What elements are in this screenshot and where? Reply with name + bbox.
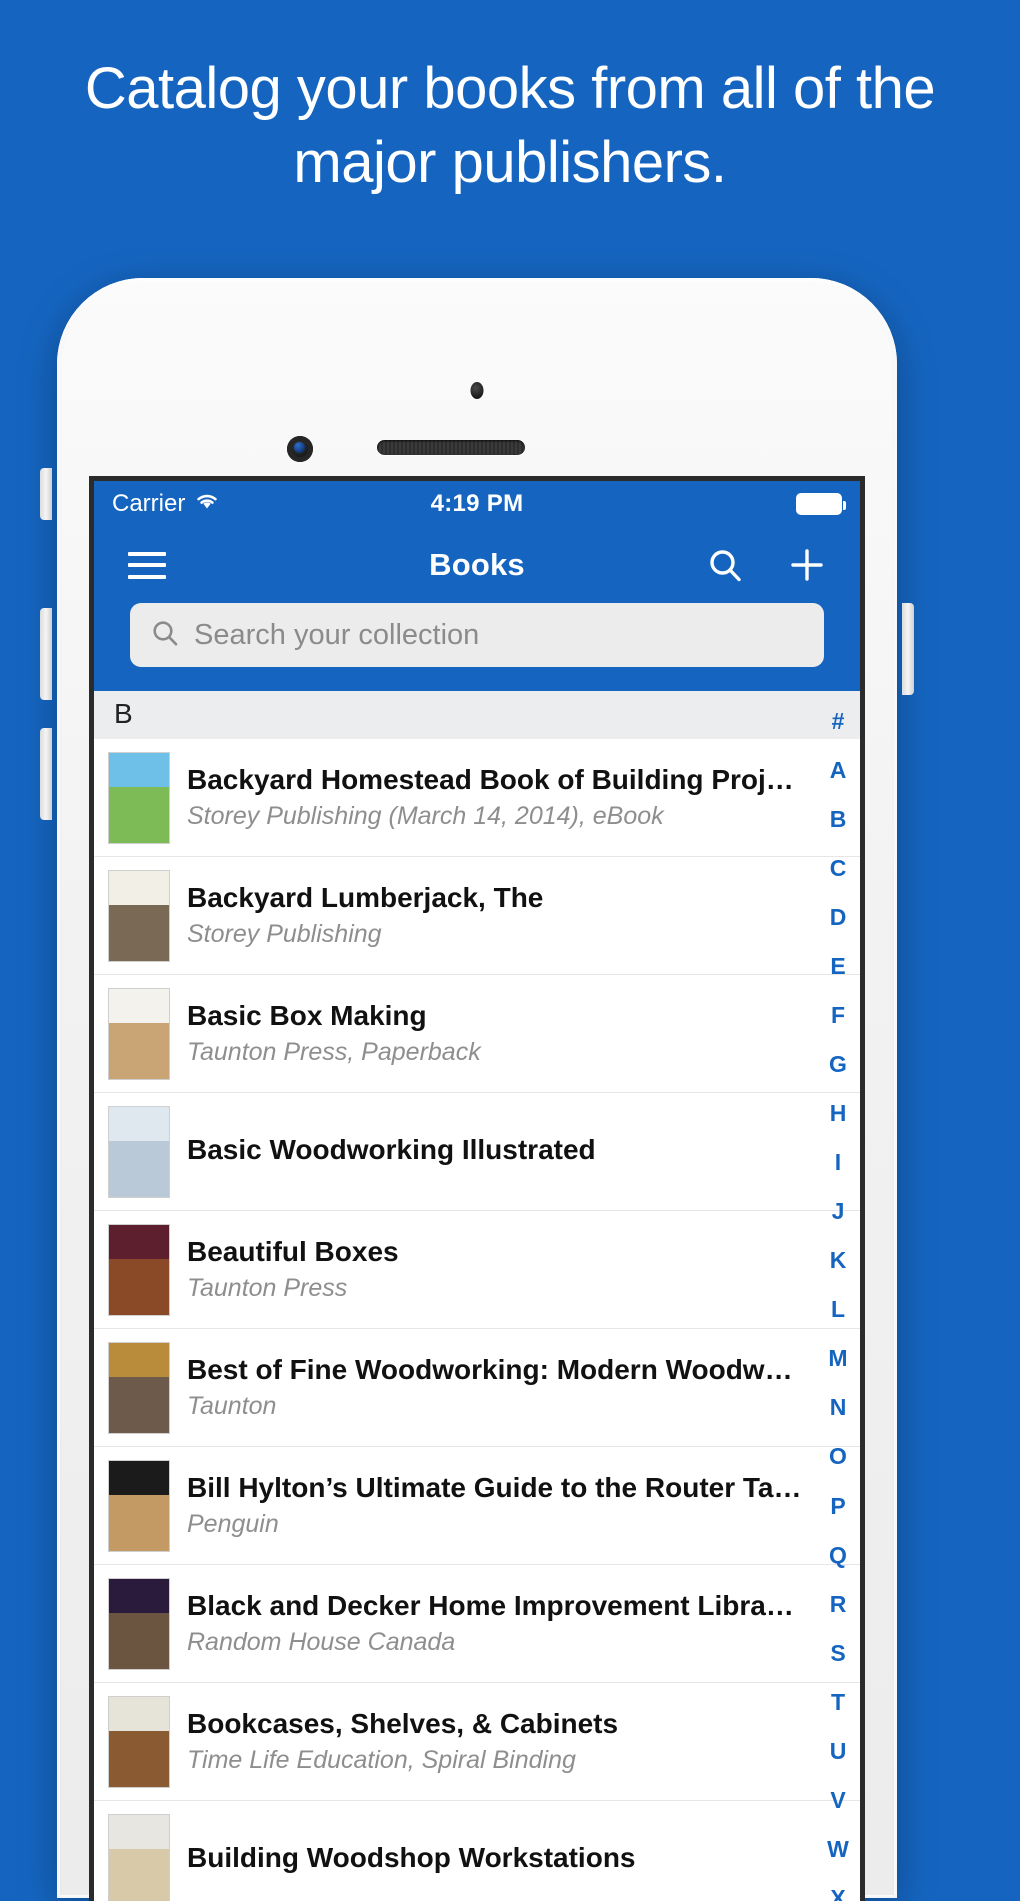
- book-cover-thumbnail: [108, 1224, 170, 1316]
- index-letter[interactable]: C: [830, 857, 847, 880]
- list-item[interactable]: Bill Hylton’s Ultimate Guide to the Rout…: [94, 1447, 860, 1565]
- phone-device-frame: Carrier 4:19 PM Books: [57, 278, 897, 1898]
- book-title: Basic Woodworking Illustrated: [187, 1133, 802, 1168]
- index-letter[interactable]: L: [831, 1298, 845, 1321]
- book-cover-thumbnail: [108, 1460, 170, 1552]
- index-letter[interactable]: K: [830, 1249, 847, 1272]
- list-item[interactable]: Building Woodshop Workstations: [94, 1801, 860, 1901]
- book-cover-thumbnail: [108, 752, 170, 844]
- book-title: Best of Fine Woodworking: Modern Woodwor…: [187, 1353, 802, 1388]
- index-letter[interactable]: #: [832, 710, 845, 733]
- proximity-sensor-icon: [471, 382, 484, 399]
- index-letter[interactable]: E: [830, 955, 845, 978]
- index-letter[interactable]: T: [831, 1691, 845, 1714]
- book-title: Building Woodshop Workstations: [187, 1841, 802, 1876]
- list-item[interactable]: Beautiful Boxes Taunton Press: [94, 1211, 860, 1329]
- book-cover-thumbnail: [108, 1814, 170, 1901]
- index-letter[interactable]: O: [829, 1445, 847, 1468]
- status-bar-right: [796, 493, 842, 515]
- index-letter[interactable]: V: [830, 1789, 845, 1812]
- book-publisher: Taunton Press: [187, 1272, 802, 1305]
- front-camera-icon: [287, 436, 313, 462]
- index-letter[interactable]: A: [830, 759, 847, 782]
- volume-up-button[interactable]: [40, 608, 52, 700]
- book-publisher: Time Life Education, Spiral Binding: [187, 1744, 802, 1777]
- list-item[interactable]: Basic Box Making Taunton Press, Paperbac…: [94, 975, 860, 1093]
- index-letter[interactable]: P: [830, 1495, 845, 1518]
- book-title: Bookcases, Shelves, & Cabinets: [187, 1707, 802, 1742]
- index-letter[interactable]: H: [830, 1102, 847, 1125]
- book-title: Beautiful Boxes: [187, 1235, 802, 1270]
- index-letter[interactable]: W: [827, 1838, 849, 1861]
- book-cover-thumbnail: [108, 1106, 170, 1198]
- battery-icon: [796, 493, 842, 515]
- navigation-actions: [706, 546, 826, 584]
- list-item[interactable]: Black and Decker Home Improvement Librar…: [94, 1565, 860, 1683]
- list-item[interactable]: Backyard Lumberjack, The Storey Publishi…: [94, 857, 860, 975]
- list-item[interactable]: Backyard Homestead Book of Building Proj…: [94, 739, 860, 857]
- status-bar: Carrier 4:19 PM: [94, 481, 860, 527]
- book-cover-thumbnail: [108, 1696, 170, 1788]
- book-title: Backyard Lumberjack, The: [187, 881, 802, 916]
- index-letter[interactable]: M: [828, 1347, 847, 1370]
- book-title: Bill Hylton’s Ultimate Guide to the Rout…: [187, 1471, 802, 1506]
- book-cover-thumbnail: [108, 988, 170, 1080]
- index-letter[interactable]: F: [831, 1004, 845, 1027]
- index-letter[interactable]: D: [830, 906, 847, 929]
- book-title: Black and Decker Home Improvement Librar…: [187, 1589, 802, 1624]
- index-letter[interactable]: N: [830, 1396, 847, 1419]
- status-bar-clock: 4:19 PM: [94, 490, 860, 518]
- book-publisher: Storey Publishing: [187, 918, 802, 951]
- alphabet-index[interactable]: # A B C D E F G H I J K L M N O P Q R S: [816, 691, 860, 1901]
- volume-down-button[interactable]: [40, 728, 52, 820]
- book-publisher: Taunton Press, Paperback: [187, 1036, 802, 1069]
- book-title: Backyard Homestead Book of Building Proj…: [187, 763, 802, 798]
- search-input[interactable]: Search your collection: [130, 603, 824, 667]
- index-letter[interactable]: G: [829, 1053, 847, 1076]
- index-letter[interactable]: Q: [829, 1544, 847, 1567]
- index-letter[interactable]: S: [830, 1642, 845, 1665]
- book-title: Basic Box Making: [187, 999, 802, 1034]
- search-icon: [150, 618, 180, 653]
- earpiece-speaker-icon: [377, 440, 525, 455]
- index-letter[interactable]: J: [832, 1200, 845, 1223]
- index-letter[interactable]: X: [830, 1887, 845, 1901]
- book-publisher: Random House Canada: [187, 1626, 802, 1659]
- book-cover-thumbnail: [108, 870, 170, 962]
- phone-screen: Carrier 4:19 PM Books: [94, 481, 860, 1901]
- search-bar-container: Search your collection: [94, 603, 860, 691]
- list-item[interactable]: Bookcases, Shelves, & Cabinets Time Life…: [94, 1683, 860, 1801]
- search-placeholder: Search your collection: [194, 619, 479, 652]
- navigation-bar: Books: [94, 527, 860, 603]
- list-item[interactable]: Best of Fine Woodworking: Modern Woodwor…: [94, 1329, 860, 1447]
- list-item[interactable]: Basic Woodworking Illustrated: [94, 1093, 860, 1211]
- index-letter[interactable]: I: [835, 1151, 841, 1174]
- index-letter[interactable]: R: [830, 1593, 847, 1616]
- book-list[interactable]: B Backyard Homestead Book of Building Pr…: [94, 691, 860, 1901]
- book-publisher: Storey Publishing (March 14, 2014), eBoo…: [187, 800, 802, 833]
- index-letter[interactable]: B: [830, 808, 847, 831]
- search-icon[interactable]: [706, 546, 744, 584]
- hamburger-menu-icon[interactable]: [128, 552, 166, 579]
- silent-switch-button[interactable]: [40, 468, 52, 520]
- index-letter[interactable]: U: [830, 1740, 847, 1763]
- book-cover-thumbnail: [108, 1342, 170, 1434]
- plus-icon[interactable]: [788, 546, 826, 584]
- book-cover-thumbnail: [108, 1578, 170, 1670]
- book-publisher: Penguin: [187, 1508, 802, 1541]
- sleep-wake-button[interactable]: [902, 603, 914, 695]
- book-publisher: Taunton: [187, 1390, 802, 1423]
- section-header-b: B: [94, 691, 860, 739]
- page-headline: Catalog your books from all of the major…: [0, 52, 1020, 200]
